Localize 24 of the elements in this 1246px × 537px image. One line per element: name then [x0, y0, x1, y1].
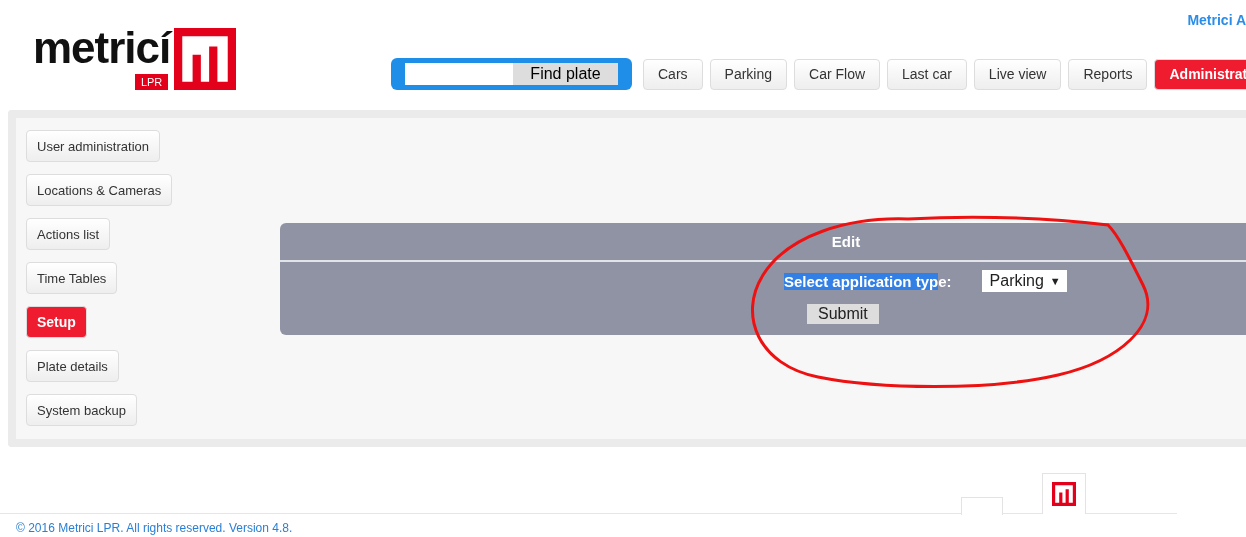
nav-tab[interactable]: Cars: [643, 58, 703, 90]
footer-logo-icon: [1052, 482, 1076, 506]
panel-title: Edit: [831, 233, 861, 250]
sidebar-item[interactable]: User administration: [26, 130, 160, 162]
logo-icon: [174, 28, 237, 90]
sidebar-item[interactable]: System backup: [26, 394, 137, 426]
sidebar-item[interactable]: Actions list: [26, 218, 111, 250]
sidebar-item[interactable]: Locations & Cameras: [26, 174, 173, 206]
application-type-select[interactable]: Parking ▼: [981, 270, 1067, 292]
sidebar-item[interactable]: Setup: [26, 306, 87, 338]
sidebar-item[interactable]: Plate details: [26, 350, 119, 382]
sidebar-item[interactable]: Time Tables: [26, 262, 118, 294]
find-plate-button[interactable]: Find plate: [513, 63, 618, 85]
logo-tag: LPR: [134, 74, 169, 90]
nav-tab[interactable]: Parking: [709, 58, 788, 90]
logo-wordmark: metricí: [33, 28, 171, 68]
nav-tab[interactable]: Live view: [973, 58, 1062, 90]
copyright-text: © 2016 Metrici LPR. All rights reserved. Version 4.8.: [16, 521, 293, 535]
nav-tab[interactable]: Reports: [1068, 58, 1148, 90]
submit-button[interactable]: Submit: [807, 304, 879, 324]
nav-tab[interactable]: Last car: [887, 58, 967, 90]
nav-tab[interactable]: Car Flow: [794, 58, 881, 90]
field-label: Select application type:: [784, 272, 952, 290]
search-field[interactable]: [405, 63, 513, 85]
